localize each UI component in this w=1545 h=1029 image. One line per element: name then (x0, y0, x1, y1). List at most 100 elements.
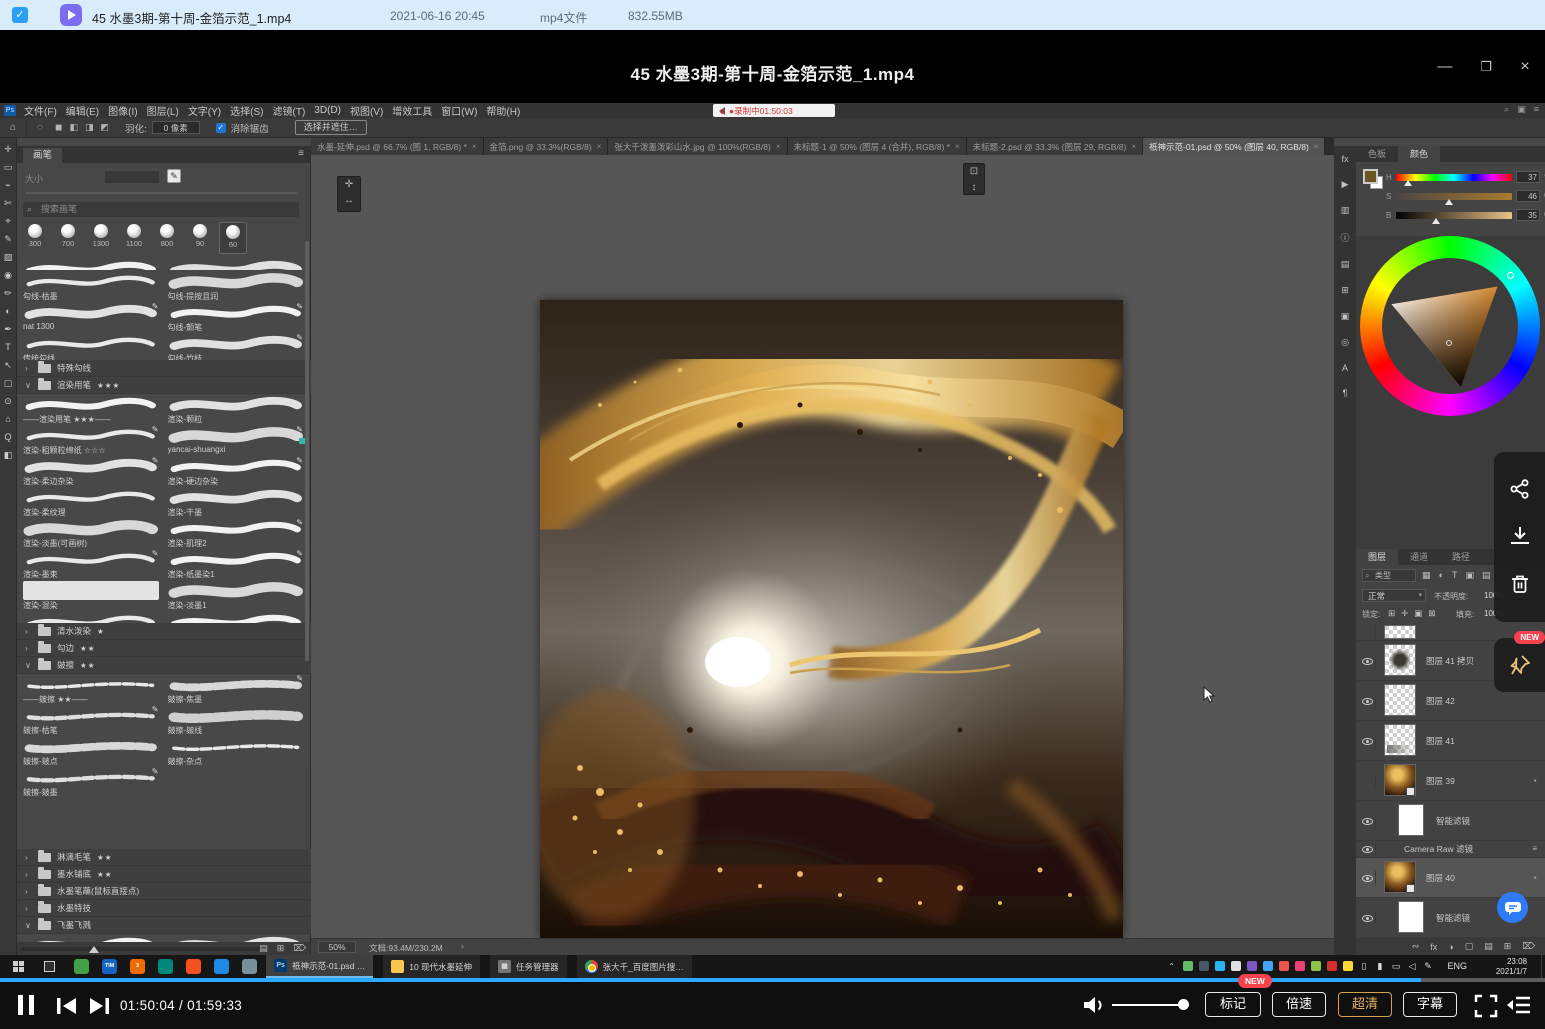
hsb-slider-row[interactable]: B 35 % (1388, 208, 1538, 224)
feather-input[interactable]: 0 像素 (152, 121, 200, 134)
lock-icon[interactable]: ▣ (1414, 608, 1422, 619)
tool-icon[interactable]: ◧ (4, 450, 13, 460)
tool-icon[interactable]: ↖ (4, 360, 12, 370)
tool-icon[interactable]: ✄ (4, 198, 12, 208)
tray-icon[interactable] (1231, 961, 1241, 971)
transform-icon[interactable]: ✛ (345, 177, 353, 193)
speed-button[interactable]: 倍速 (1272, 992, 1326, 1017)
taskbar-task[interactable]: ▦ 任务管理器 (490, 955, 567, 978)
tab-close-icon[interactable]: × (776, 142, 781, 151)
chevron-icon[interactable]: › (25, 904, 32, 913)
tab-close-icon[interactable]: × (1314, 142, 1319, 151)
dock-icon[interactable]: ⊡ (970, 164, 978, 180)
tray-icon[interactable] (1343, 961, 1353, 971)
scrollbar[interactable] (305, 241, 309, 661)
tray-icon[interactable] (1183, 961, 1193, 971)
slider-thumb[interactable] (1445, 199, 1453, 205)
tray-icon[interactable] (1311, 961, 1321, 971)
tool-icon[interactable]: T (5, 342, 11, 352)
close-button[interactable]: × (1510, 54, 1540, 80)
chevron-icon[interactable]: ∨ (25, 381, 32, 390)
slider-track[interactable] (1396, 174, 1512, 181)
brush-preset[interactable]: 1300 (87, 222, 115, 254)
chevron-icon[interactable]: ∨ (25, 921, 32, 930)
tray-icon[interactable]: ✎ (1423, 961, 1433, 971)
chevron-icon[interactable]: › (25, 870, 32, 879)
brush-size-value[interactable] (105, 171, 159, 183)
file-name[interactable]: 45 水墨3期-第十周-金箔示范_1.mp4 (92, 8, 291, 27)
ps-canvas-area[interactable]: ✛ ↔ ⊡ ↕ (311, 155, 1334, 938)
brush-folder[interactable]: › 清水泼染 ★ (17, 623, 311, 640)
panel-action-icon[interactable]: ⌦ (293, 943, 306, 954)
brushes-panel-tab[interactable]: 画笔 (23, 148, 62, 163)
smart-filter-icon[interactable]: ◔ (1532, 776, 1537, 786)
layer-action-icon[interactable]: ▤ (1484, 941, 1493, 952)
antialias-checkbox[interactable]: ✓ (216, 123, 226, 133)
document-tab[interactable]: 金箔.png @ 33.3%(RGB/8) × (484, 138, 609, 155)
minimize-button[interactable]: — (1430, 54, 1460, 80)
brush-item[interactable]: ✎ 渲染-肌理2 (164, 518, 308, 548)
visibility-toggle[interactable] (1360, 842, 1376, 856)
brush-item[interactable]: ✎ 皴擦-皴墨 (19, 767, 163, 797)
maximize-button[interactable]: ❐ (1471, 54, 1501, 80)
layer-action-icon[interactable]: ▢ (1465, 941, 1474, 952)
panel-icon[interactable]: ⊞ (1341, 285, 1349, 296)
menu-item[interactable]: 编辑(E) (66, 103, 99, 118)
tool-icon[interactable]: ✒ (4, 324, 12, 334)
start-button[interactable] (13, 961, 24, 972)
brush-folder[interactable]: ∨ 皴擦 ★★ (17, 657, 311, 674)
menu-item[interactable]: 文字(Y) (188, 103, 221, 118)
foreground-color-swatch[interactable] (1363, 169, 1378, 184)
brush-item[interactable]: ✎ ——皴擦 ★★—— (19, 674, 163, 704)
document-tab[interactable]: 未标题-1 @ 50% (图层 4 (合并), RGB/8) * × (788, 138, 967, 155)
brush-item[interactable]: ✎ nat 1300 (19, 302, 163, 332)
brush-item[interactable]: ✎ 渲染-粗颗粒绵纸 ☆☆☆ (19, 425, 163, 455)
brush-preset[interactable]: 700 (54, 222, 82, 254)
visibility-toggle[interactable] (1360, 774, 1376, 788)
brush-edit-icon[interactable]: ✎ (167, 169, 181, 183)
tool-icon[interactable]: ⌁ (5, 180, 10, 190)
brush-item[interactable]: ✎ 勾线-竹枝 (164, 333, 308, 363)
menu-item[interactable]: 增效工具 (392, 103, 432, 118)
menu-item[interactable]: 视图(V) (350, 103, 383, 118)
visibility-toggle[interactable] (1360, 734, 1376, 748)
brush-item[interactable]: ✎ 勾线-颤笔 (164, 302, 308, 332)
tool-icon[interactable]: ✛ (4, 144, 12, 154)
floating-toolbar[interactable]: ⊡ ↕ (963, 163, 985, 195)
chevron-icon[interactable]: › (25, 364, 32, 373)
tray-icon[interactable]: ▮ (1375, 961, 1385, 971)
menu-item[interactable]: 图像(I) (108, 103, 137, 118)
hue-marker[interactable] (1507, 272, 1514, 279)
layer-thumbnail[interactable] (1384, 684, 1416, 716)
brush-preset[interactable]: 60 (219, 222, 247, 254)
status-chevron-icon[interactable]: › (461, 941, 464, 951)
tab-close-icon[interactable]: × (597, 142, 602, 151)
brush-item[interactable]: ✎ 皴擦-杂点 (164, 736, 308, 766)
taskbar-task[interactable]: 10 现代水墨延伸 (383, 955, 480, 978)
menu-item[interactable]: 图层(L) (147, 103, 179, 118)
layer-action-icon[interactable]: fx (1430, 942, 1437, 952)
tab-close-icon[interactable]: × (955, 142, 960, 151)
menubar-extra-icon[interactable]: ▣ (1517, 104, 1526, 115)
brush-preset[interactable]: 800 (153, 222, 181, 254)
chevron-icon[interactable]: › (25, 644, 32, 653)
document-tab[interactable]: 张大千泼墨泼彩山水.jpg @ 100%(RGB/8) × (608, 138, 787, 155)
panel-icon[interactable]: ◎ (1341, 337, 1349, 348)
selection-mode-icon[interactable]: ◩ (101, 122, 110, 133)
menu-item[interactable]: 3D(D) (314, 105, 341, 116)
brush-item[interactable]: ✎ 皴擦-皴线 (164, 705, 308, 735)
menu-item[interactable]: 窗口(W) (441, 103, 477, 118)
slider-value[interactable]: 37 (1516, 171, 1540, 183)
layer-action-icon[interactable]: ⌦ (1522, 941, 1535, 952)
tray-icon[interactable] (1263, 961, 1273, 971)
panel-tab[interactable]: 路径 (1440, 549, 1482, 565)
layer-filter-icon[interactable]: ▣ (1465, 569, 1474, 582)
brush-item[interactable]: ✎ 勾线-提按且润 (164, 271, 308, 301)
tool-icon[interactable]: ✎ (4, 234, 12, 244)
visibility-toggle[interactable] (1360, 654, 1376, 668)
panel-icon[interactable]: ▥ (1341, 205, 1350, 216)
brush-folder[interactable]: › 特殊勾线 (17, 360, 311, 377)
next-button[interactable] (88, 997, 110, 1015)
taskbar-task[interactable]: 张大千_百度图片搜… (577, 955, 692, 978)
share-icon[interactable] (1509, 479, 1531, 499)
